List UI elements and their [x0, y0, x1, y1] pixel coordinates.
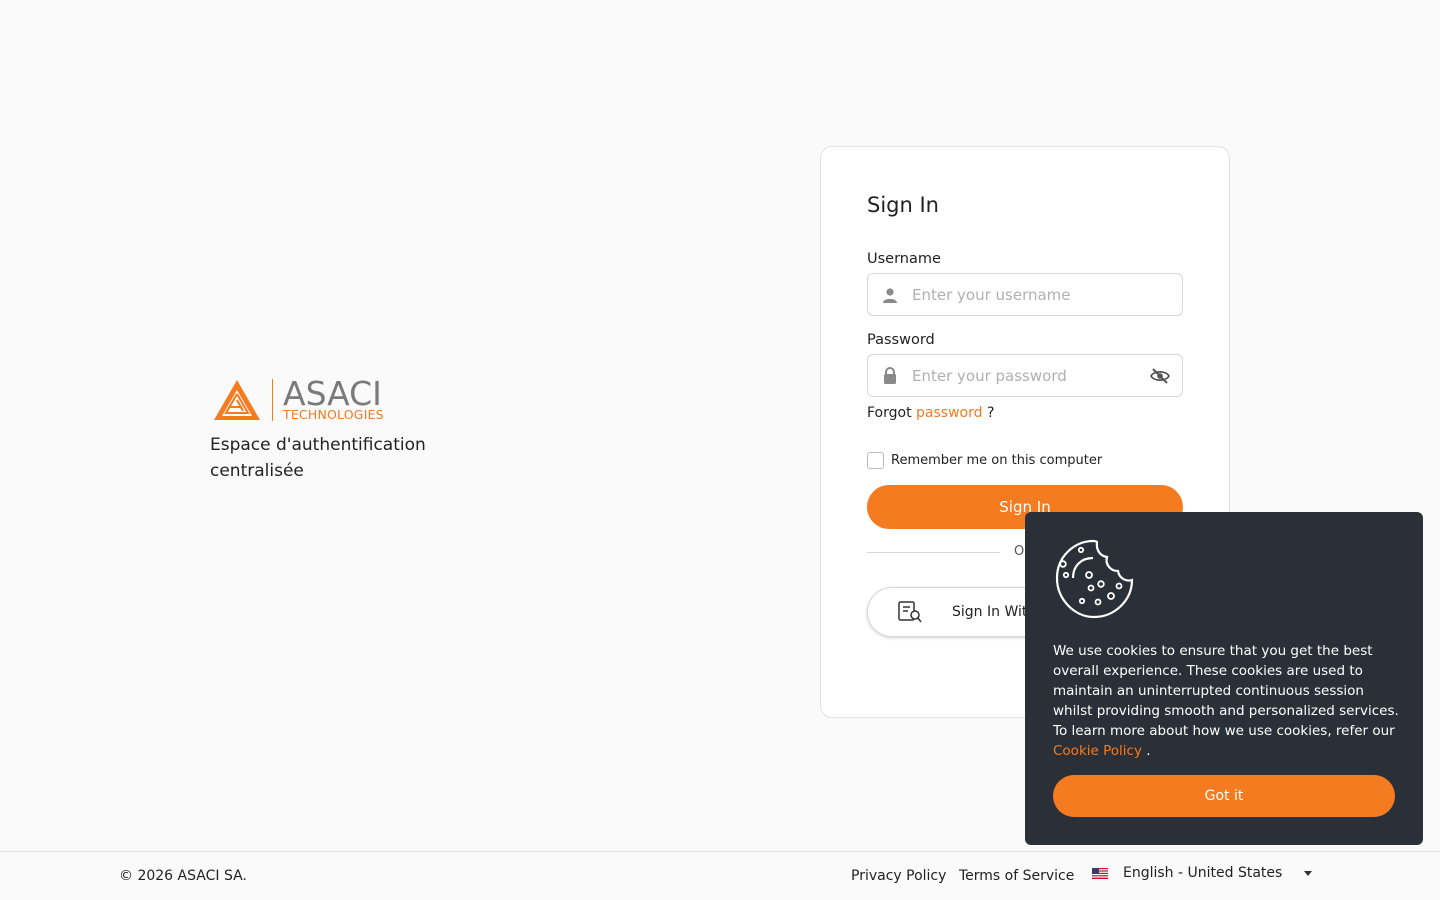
remember-me-label: Remember me on this computer	[891, 453, 1103, 468]
got-it-button[interactable]: Got it	[1053, 775, 1395, 817]
logo-subtitle: TECHNOLOGIES	[283, 407, 384, 422]
chevron-down-icon	[1304, 870, 1313, 876]
terms-of-service-link[interactable]: Terms of Service	[959, 868, 1074, 884]
remember-me-checkbox[interactable]	[867, 452, 884, 469]
user-icon	[868, 287, 912, 303]
cookie-icon	[1055, 539, 1134, 619]
footer: © 2026 ASACI SA. Privacy Policy Terms of…	[0, 851, 1440, 900]
password-field[interactable]	[867, 354, 1183, 397]
username-field[interactable]	[867, 273, 1183, 316]
forgot-prefix: Forgot	[867, 405, 912, 421]
asaci-logo: ASACI TECHNOLOGIES	[210, 374, 470, 422]
cookie-text-body: We use cookies to ensure that you get th…	[1053, 643, 1399, 739]
eye-slash-icon[interactable]	[1138, 367, 1182, 384]
forgot-password: Forgot password ?	[867, 405, 994, 421]
copyright-text: © 2026 ASACI SA.	[119, 868, 247, 884]
logo-separator	[272, 379, 273, 421]
password-label: Password	[867, 332, 935, 348]
username-label: Username	[867, 251, 941, 267]
brand-tagline: Espace d'authentification centralisée	[210, 435, 426, 481]
cookie-consent-popup: We use cookies to ensure that you get th…	[1025, 512, 1423, 845]
us-flag-icon	[1092, 867, 1108, 879]
forgot-suffix: ?	[986, 405, 995, 421]
language-label: English - United States	[1123, 865, 1283, 881]
password-input[interactable]	[912, 366, 1138, 385]
asaci-logo-mark-icon	[214, 380, 260, 420]
lock-icon	[868, 367, 912, 384]
cookie-text-end: .	[1146, 743, 1151, 759]
forgot-password-link[interactable]: password	[916, 405, 982, 421]
brand-area: ASACI TECHNOLOGIES Espace d'authentifica…	[210, 374, 470, 484]
language-selector[interactable]: English - United States	[1092, 865, 1313, 881]
divider-line-left	[867, 552, 1000, 553]
sso-icon	[868, 601, 952, 623]
signin-title: Sign In	[867, 193, 939, 217]
cookie-message: We use cookies to ensure that you get th…	[1053, 641, 1401, 761]
cookie-policy-link[interactable]: Cookie Policy	[1053, 743, 1142, 759]
privacy-policy-link[interactable]: Privacy Policy	[851, 868, 946, 884]
logo-word: ASACI	[283, 374, 382, 413]
username-input[interactable]	[912, 285, 1182, 304]
remember-me[interactable]: Remember me on this computer	[867, 452, 1102, 469]
